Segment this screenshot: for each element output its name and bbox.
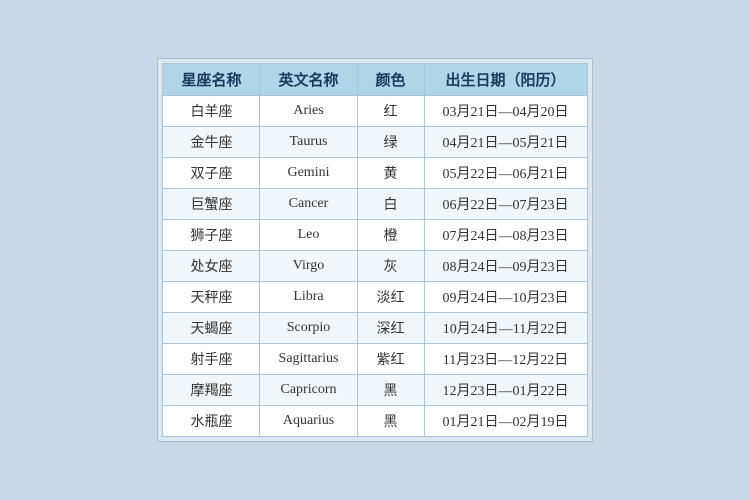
cell-english: Aquarius — [260, 406, 357, 437]
cell-chinese: 射手座 — [163, 344, 260, 375]
cell-chinese: 金牛座 — [163, 127, 260, 158]
cell-english: Leo — [260, 220, 357, 251]
table-row: 处女座Virgo灰08月24日—09月23日 — [163, 251, 587, 282]
cell-dates: 09月24日—10月23日 — [424, 282, 587, 313]
table-row: 金牛座Taurus绿04月21日—05月21日 — [163, 127, 587, 158]
table-row: 双子座Gemini黄05月22日—06月21日 — [163, 158, 587, 189]
cell-english: Libra — [260, 282, 357, 313]
cell-chinese: 巨蟹座 — [163, 189, 260, 220]
cell-chinese: 天蝎座 — [163, 313, 260, 344]
cell-dates: 05月22日—06月21日 — [424, 158, 587, 189]
col-header-dates: 出生日期（阳历） — [424, 64, 587, 96]
cell-dates: 10月24日—11月22日 — [424, 313, 587, 344]
cell-color: 灰 — [357, 251, 424, 282]
cell-english: Aries — [260, 96, 357, 127]
cell-color: 紫红 — [357, 344, 424, 375]
table-row: 天蝎座Scorpio深红10月24日—11月22日 — [163, 313, 587, 344]
cell-dates: 12月23日—01月22日 — [424, 375, 587, 406]
col-header-chinese: 星座名称 — [163, 64, 260, 96]
cell-color: 黑 — [357, 406, 424, 437]
cell-dates: 01月21日—02月19日 — [424, 406, 587, 437]
cell-color: 黑 — [357, 375, 424, 406]
cell-english: Scorpio — [260, 313, 357, 344]
col-header-english: 英文名称 — [260, 64, 357, 96]
cell-english: Sagittarius — [260, 344, 357, 375]
table-header-row: 星座名称 英文名称 颜色 出生日期（阳历） — [163, 64, 587, 96]
cell-color: 深红 — [357, 313, 424, 344]
cell-english: Taurus — [260, 127, 357, 158]
cell-color: 白 — [357, 189, 424, 220]
table-row: 天秤座Libra淡红09月24日—10月23日 — [163, 282, 587, 313]
zodiac-table: 星座名称 英文名称 颜色 出生日期（阳历） 白羊座Aries红03月21日—04… — [162, 63, 587, 437]
cell-color: 绿 — [357, 127, 424, 158]
cell-english: Gemini — [260, 158, 357, 189]
cell-dates: 04月21日—05月21日 — [424, 127, 587, 158]
cell-chinese: 狮子座 — [163, 220, 260, 251]
table-row: 射手座Sagittarius紫红11月23日—12月22日 — [163, 344, 587, 375]
cell-chinese: 双子座 — [163, 158, 260, 189]
cell-color: 淡红 — [357, 282, 424, 313]
cell-dates: 11月23日—12月22日 — [424, 344, 587, 375]
table-row: 狮子座Leo橙07月24日—08月23日 — [163, 220, 587, 251]
cell-color: 橙 — [357, 220, 424, 251]
table-row: 巨蟹座Cancer白06月22日—07月23日 — [163, 189, 587, 220]
col-header-color: 颜色 — [357, 64, 424, 96]
cell-chinese: 天秤座 — [163, 282, 260, 313]
cell-color: 红 — [357, 96, 424, 127]
cell-chinese: 摩羯座 — [163, 375, 260, 406]
cell-dates: 07月24日—08月23日 — [424, 220, 587, 251]
cell-english: Capricorn — [260, 375, 357, 406]
cell-chinese: 处女座 — [163, 251, 260, 282]
cell-dates: 06月22日—07月23日 — [424, 189, 587, 220]
cell-dates: 08月24日—09月23日 — [424, 251, 587, 282]
table-row: 白羊座Aries红03月21日—04月20日 — [163, 96, 587, 127]
main-container: 星座名称 英文名称 颜色 出生日期（阳历） 白羊座Aries红03月21日—04… — [157, 58, 592, 442]
table-row: 水瓶座Aquarius黑01月21日—02月19日 — [163, 406, 587, 437]
cell-chinese: 白羊座 — [163, 96, 260, 127]
table-row: 摩羯座Capricorn黑12月23日—01月22日 — [163, 375, 587, 406]
cell-english: Virgo — [260, 251, 357, 282]
cell-english: Cancer — [260, 189, 357, 220]
cell-dates: 03月21日—04月20日 — [424, 96, 587, 127]
cell-chinese: 水瓶座 — [163, 406, 260, 437]
cell-color: 黄 — [357, 158, 424, 189]
